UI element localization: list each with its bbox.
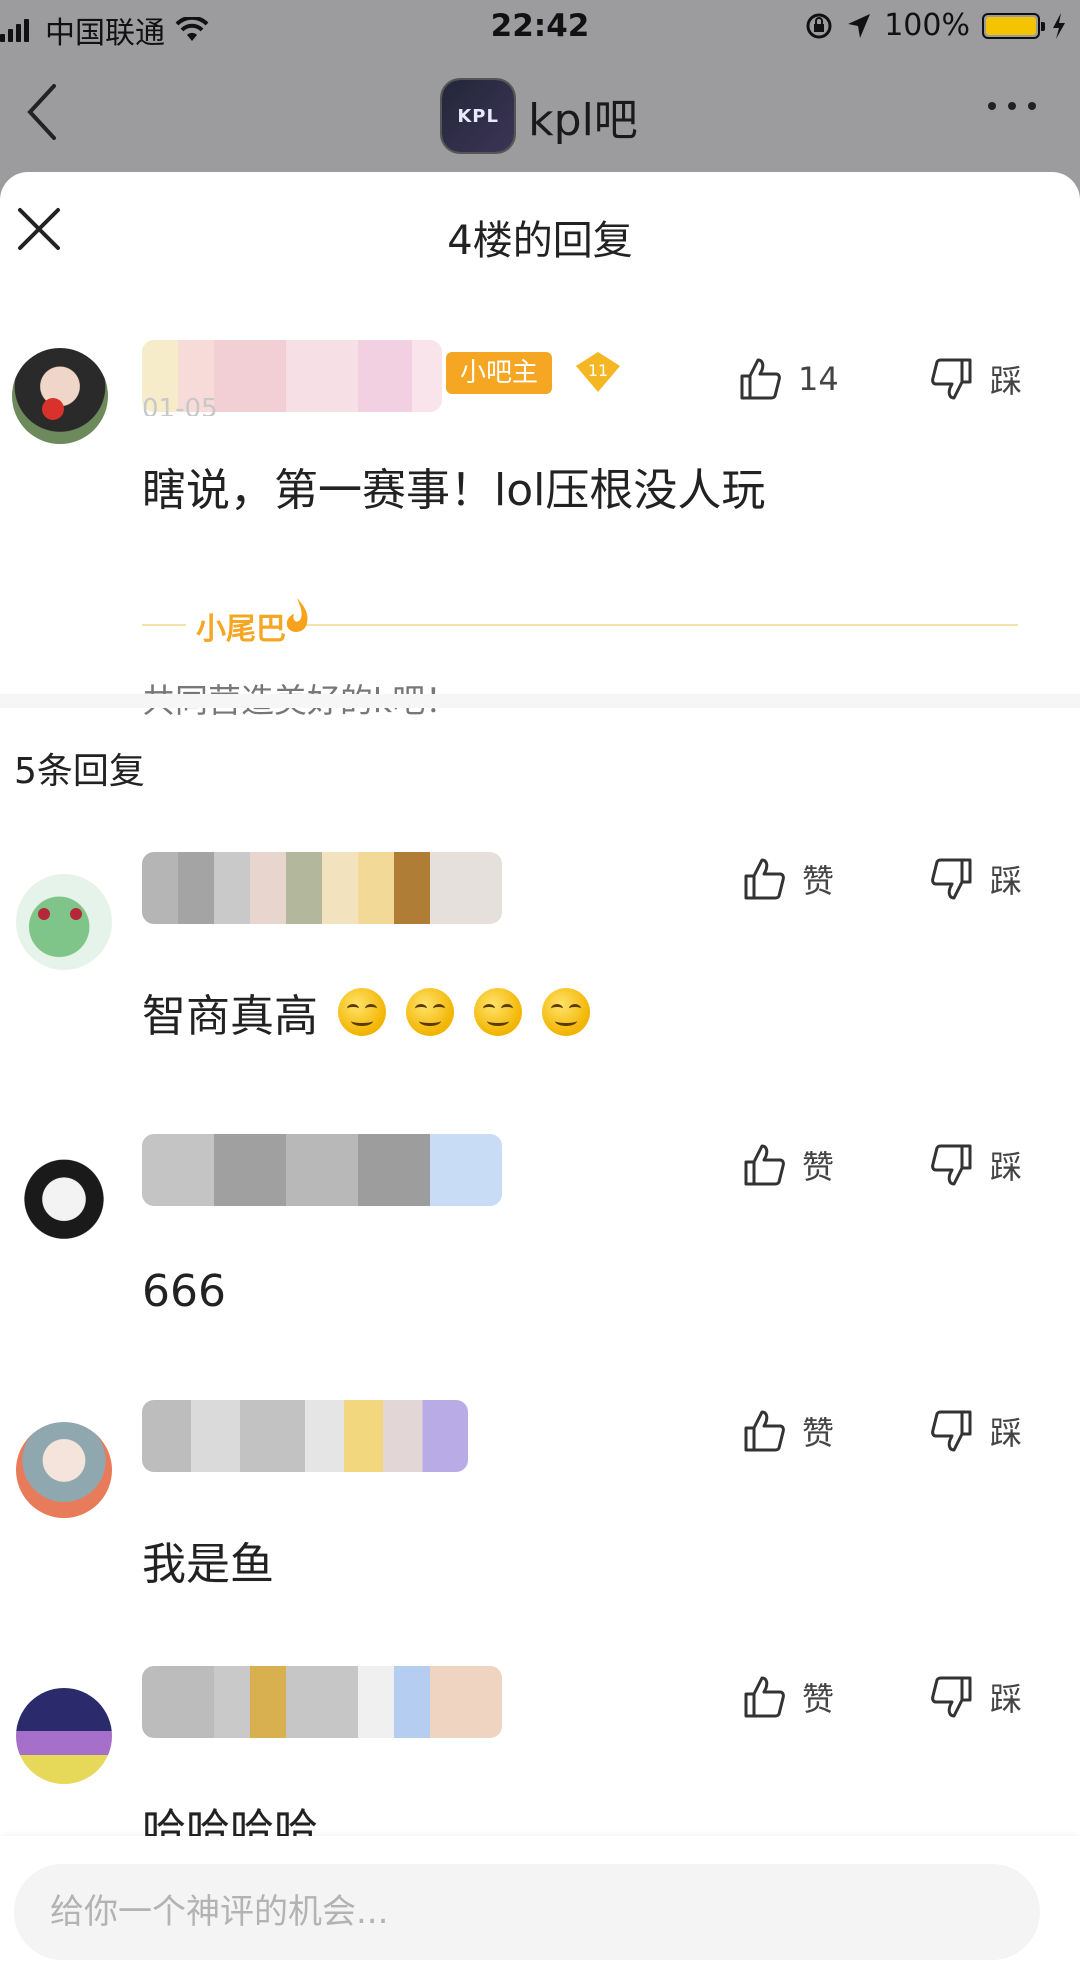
reply-item: 赞 踩 智商真高: [0, 830, 1080, 1100]
blurred-username[interactable]: [142, 852, 502, 924]
level-number: 11: [588, 361, 608, 380]
like-label: 赞: [802, 1148, 835, 1186]
post-text: 瞎说，第一赛事！lol压根没人玩: [142, 465, 766, 516]
dislike-label: 踩: [990, 862, 1023, 900]
reply-count: 5条回复: [14, 751, 145, 792]
comment-input[interactable]: [14, 1864, 1040, 1960]
floor-post: 小吧主 11 01-05 14 踩 瞎说，第一赛事！lol压根没人玩 小尾巴 共…: [0, 322, 1080, 842]
comment-bar: [0, 1836, 1080, 1980]
blurred-username[interactable]: [142, 1134, 502, 1206]
post-date: 01-05: [142, 394, 218, 416]
battery-icon: [982, 12, 1045, 39]
logo-text: KPL: [457, 105, 499, 127]
thumbs-down-icon: [931, 1410, 972, 1452]
avatar[interactable]: [12, 348, 108, 444]
like-button[interactable]: 赞: [742, 856, 834, 902]
rotation-lock-icon: [806, 13, 832, 38]
moderator-badge: 小吧主: [446, 352, 553, 394]
dislike-label: 踩: [990, 362, 1023, 400]
smug-face-emoji-icon: [542, 988, 590, 1036]
avatar[interactable]: [16, 1422, 112, 1518]
reply-item: 赞 踩 666: [0, 1112, 1080, 1382]
dislike-button[interactable]: 踩: [930, 356, 1022, 402]
like-label: 赞: [802, 1680, 835, 1718]
flame-icon: [286, 598, 308, 632]
dislike-button[interactable]: 踩: [930, 1142, 1022, 1188]
forum-title: kpl吧: [528, 95, 638, 146]
thumbs-up-icon: [744, 1410, 785, 1452]
thumbs-up-icon: [744, 858, 785, 900]
dislike-button[interactable]: 踩: [930, 1408, 1022, 1454]
status-right: 100%: [804, 8, 1066, 43]
reply-text: 666: [142, 1266, 226, 1317]
battery-percent: 100%: [884, 8, 970, 43]
smug-face-emoji-icon: [406, 988, 454, 1036]
thumbs-down-icon: [931, 858, 972, 900]
kpl-logo: KPL: [442, 80, 515, 152]
reply-item: 赞 踩 我是鱼: [0, 1378, 1080, 1648]
reply-sheet: 4楼的回复 小吧主 11 01-05 14 踩 瞎说，第一赛事！lol压根没人玩…: [0, 172, 1080, 1980]
like-button[interactable]: 赞: [742, 1142, 834, 1188]
more-icon[interactable]: [988, 102, 1036, 110]
smug-face-emoji-icon: [474, 988, 522, 1036]
level-badge-icon: 11: [576, 352, 620, 392]
reply-text-row: 智商真高: [142, 980, 590, 1044]
thumbs-down-icon: [931, 1144, 972, 1186]
thumbs-down-icon: [931, 358, 972, 400]
avatar[interactable]: [16, 874, 112, 970]
location-icon: [848, 13, 871, 38]
sheet-title: 4楼的回复: [447, 218, 633, 264]
like-button[interactable]: 14: [738, 356, 839, 402]
avatar[interactable]: [16, 1688, 112, 1784]
like-button[interactable]: 赞: [742, 1408, 834, 1454]
dislike-button[interactable]: 踩: [930, 1674, 1022, 1720]
forum-header[interactable]: KPL kpl吧: [0, 80, 1080, 152]
dislike-button[interactable]: 踩: [930, 856, 1022, 902]
tail-label: 小尾巴: [186, 604, 296, 648]
blurred-username[interactable]: [142, 1666, 502, 1738]
charging-icon: [1053, 12, 1065, 39]
smug-face-emoji-icon: [338, 988, 386, 1036]
blurred-username[interactable]: [142, 1400, 468, 1472]
dislike-label: 踩: [990, 1680, 1023, 1718]
nav-bar: KPL kpl吧: [0, 60, 1080, 168]
thumbs-down-icon: [931, 1676, 972, 1718]
like-label: 赞: [802, 862, 835, 900]
reply-text: 智商真高: [142, 991, 318, 1042]
like-button[interactable]: 赞: [742, 1674, 834, 1720]
avatar[interactable]: [16, 1156, 112, 1252]
status-bar: 中国联通 22:42 100%: [0, 0, 1080, 56]
like-label: 赞: [802, 1414, 835, 1452]
dislike-label: 踩: [990, 1148, 1023, 1186]
like-count: 14: [798, 360, 839, 398]
thumbs-up-icon: [744, 1676, 785, 1718]
thumbs-up-icon: [744, 1144, 785, 1186]
dislike-label: 踩: [990, 1414, 1023, 1452]
sheet-header: 4楼的回复: [0, 172, 1080, 292]
thumbs-up-icon: [740, 358, 781, 400]
section-divider: [0, 694, 1080, 708]
reply-text: 我是鱼: [142, 1539, 274, 1590]
